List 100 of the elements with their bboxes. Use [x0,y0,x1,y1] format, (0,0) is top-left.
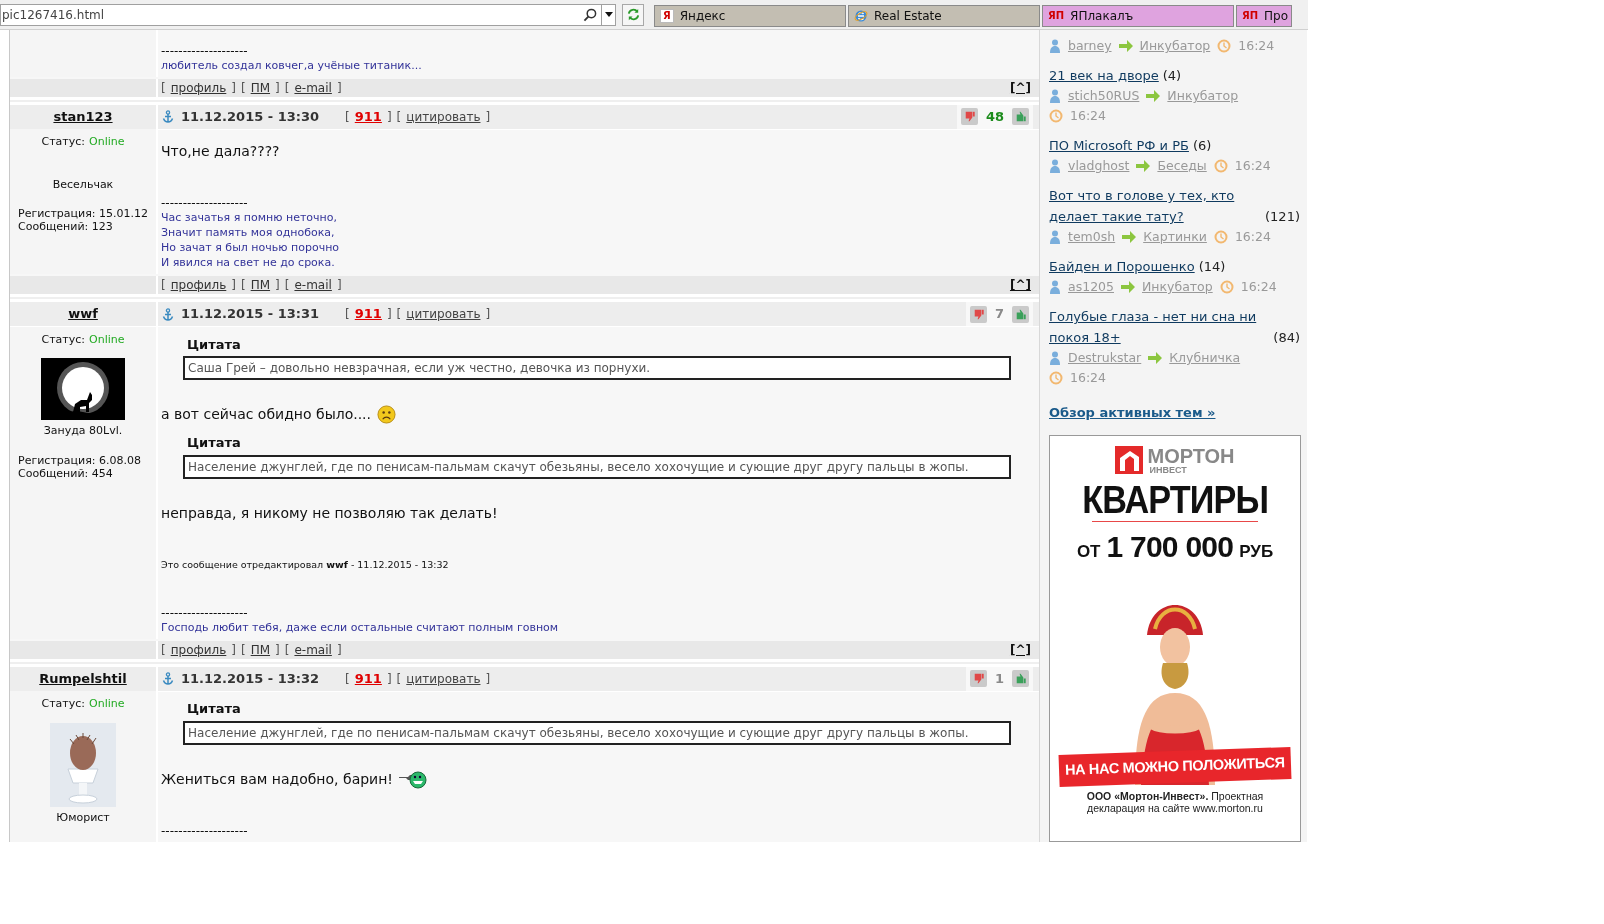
person-icon [1049,39,1061,53]
post-text: Жениться вам надобно, барин! [161,769,393,789]
post-time: 16:24 [1070,369,1107,387]
bracket: ] [386,108,392,126]
dropdown-button[interactable] [602,3,616,26]
arrow-icon [1118,40,1133,52]
bracket: [ [345,306,350,324]
bracket: ] [336,80,342,97]
refresh-button[interactable] [622,3,644,26]
top-link[interactable]: [^] [1009,641,1031,660]
address-field[interactable]: pic1267416.html [0,3,602,26]
reply-count: (6) [1192,137,1212,155]
clock-icon [1213,159,1228,173]
person-icon [1049,351,1061,365]
price-currency: РУБ [1239,540,1274,563]
anchor-icon[interactable] [162,672,174,686]
arrow-icon [1121,281,1135,293]
bracket: ] [386,306,392,324]
price-prefix: ОТ [1076,540,1101,563]
bracket: ] [336,642,342,660]
footer-link[interactable]: профиль [170,641,227,660]
ad-disclaimer: ООО «Мортон-Инвест». Проектная декларация на сайте www.morton.ru [1085,790,1265,815]
quote-link[interactable]: цитировать [406,669,481,688]
top-link[interactable]: [^] [1009,79,1031,97]
anchor-icon[interactable] [162,307,174,321]
quote-title: Цитата [186,700,242,719]
quote-text: Население джунглей, где по пенисам-пальмам скачут обезьяны, весело хохочущие и сующие друг другу пальцы в жопы. [183,454,1011,479]
author-name[interactable]: Rumpelshtil [39,669,127,689]
user-rank: Юморист [56,809,110,826]
footer-link[interactable]: e-mail [294,641,332,660]
browser-tab[interactable]: ЯП Про [1236,5,1293,27]
favicon-label: Я [660,9,674,23]
topic-link[interactable]: ПО Microsoft РФ и РБ [1049,135,1189,156]
thumbs-up-icon[interactable] [1012,670,1029,688]
footer-link[interactable]: профиль [170,79,227,97]
ad-price: 1 700 000 [1106,528,1234,565]
footer-link[interactable]: профиль [170,276,227,295]
browser-tab[interactable]: ЯП ЯПлакалъ [1042,5,1234,27]
footer-link[interactable]: e-mail [294,79,332,97]
active-topics-link[interactable]: Обзор активных тем » [1049,403,1216,423]
clock-icon [1217,39,1232,53]
ad-headline: КВАРТИРЫ [1082,478,1268,521]
ad-banner[interactable]: МОРТОН ИНВЕСТ КВАРТИРЫ ОТ 1 700 000 РУБ НА НАС МОЖНО ПОЛОЖИТЬСЯ ООО «Мортон-Инвест». Проектная декларация на сайте www.morton.ru [1049,434,1301,842]
thumbs-down-icon[interactable] [969,670,987,688]
browser-tab[interactable]: Real Estate [848,5,1040,27]
quote-link[interactable]: цитировать [406,107,481,126]
report-link[interactable]: 911 [354,304,382,324]
post-time: 16:24 [1070,107,1107,125]
bracket: ] [231,80,236,97]
person-icon [1049,159,1061,173]
post-text: Что,не дала???? [161,142,280,162]
report-link[interactable]: 911 [354,106,382,127]
topic-link[interactable]: Голубые глаза - нет ни сна ни покоя 18+ [1049,306,1270,348]
search-icon[interactable] [583,7,597,22]
bracket: [ [161,277,166,295]
topic-link[interactable]: Байден и Порошенко [1049,256,1195,277]
top-link[interactable]: [^] [1009,276,1031,295]
author-name[interactable]: stan123 [53,106,113,127]
topic-link[interactable]: 21 век на дворе [1049,65,1159,86]
logo-text: МОРТОН [1147,445,1235,466]
post-text: а вот сейчас обидно было.... [161,405,371,425]
bracket: [ [396,108,402,126]
registration-date: Регистрация: 15.01.12 [17,207,148,221]
edit-note: Это сообщение отредактировал wwf - 11.12.2015 - 13:32 [161,557,450,572]
post-time: 16:24 [1240,278,1277,296]
status-label: Статус: [41,331,85,348]
quote-text: Саша Грей – довольно невзрачная, если уж честно, девочка из порнухи. [183,356,1011,381]
arrow-icon [1136,160,1151,172]
user-rank: Зануда 80Lvl. [43,423,123,440]
topic-link[interactable]: Вот что в голове у тех, кто делает такие тату? [1049,185,1262,227]
rating-count: 7 [994,305,1004,324]
bracket: ] [386,670,392,688]
report-link[interactable]: 911 [354,669,382,689]
browser-tab[interactable]: Я Яндекс [654,5,846,27]
signature-text: Господь любит тебя, даже если остальные считают полным говном [161,620,560,636]
footer-link[interactable]: ПМ [250,79,271,97]
footer-link[interactable]: e-mail [294,276,332,295]
globe-icon [854,9,868,23]
bracket: ] [336,277,342,295]
anchor-icon[interactable] [162,110,174,124]
thumbs-down-icon[interactable] [969,305,987,323]
message-count: Сообщений: 454 [17,466,113,480]
status-label: Статус: [41,134,85,151]
thumbs-up-icon[interactable] [1012,305,1029,323]
thumbs-up-icon[interactable] [1012,108,1029,126]
post-time: 16:24 [1234,157,1271,175]
footer-link[interactable]: ПМ [250,641,271,660]
status-value: Online [89,134,125,151]
thumbs-down-icon[interactable] [960,108,978,126]
user-rank: Весельчак [52,176,114,193]
reply-count: (4) [1162,67,1182,85]
author-name[interactable]: wwf [68,304,98,324]
status-label: Статус: [41,696,85,713]
quote-link[interactable]: цитировать [406,305,481,324]
footer-link[interactable]: ПМ [250,276,271,295]
bracket: ] [231,277,236,295]
bracket: ] [485,306,491,324]
post-date: 11.12.2015 - 13:31 [181,305,320,324]
post-text: неправда, я никому не позволяю так делать! [161,503,498,523]
person-icon [1049,280,1061,294]
